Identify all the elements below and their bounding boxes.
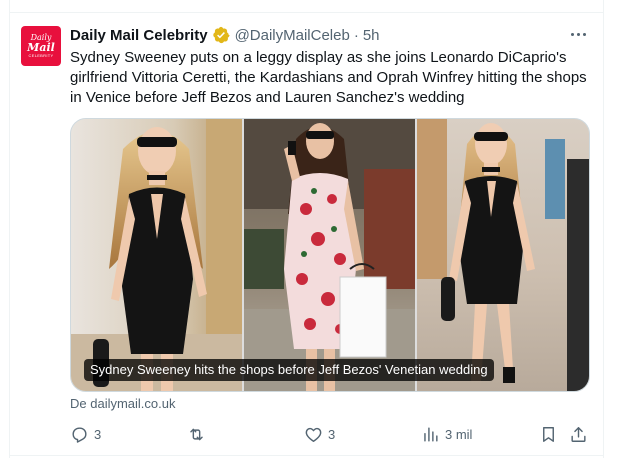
user-handle[interactable]: @DailyMailCeleb — [235, 27, 350, 44]
photo-sydney-walking-2[interactable] — [417, 119, 589, 391]
retweet-icon — [190, 428, 203, 440]
tweet-header: Daily Mail Celebrity @DailyMailCeleb · 5… — [70, 25, 380, 45]
reply-count: 3 — [94, 426, 102, 442]
more-dots-icon[interactable] — [566, 24, 590, 44]
views-count: 3 mil — [445, 426, 473, 442]
tweet-divider — [9, 455, 604, 456]
reply-icon — [72, 426, 87, 443]
column-divider — [603, 0, 604, 458]
views-button[interactable]: 3 mil — [421, 424, 472, 444]
retweet-button[interactable] — [187, 424, 211, 444]
tweet-divider — [9, 12, 604, 13]
avatar-text: CELEBRITY — [28, 52, 54, 58]
photo-woman-floral-dress[interactable] — [244, 119, 415, 391]
column-divider — [9, 0, 10, 458]
share-icon — [571, 426, 586, 442]
timestamp[interactable]: 5h — [363, 27, 380, 44]
avatar[interactable]: Daily Mail CELEBRITY — [21, 26, 61, 66]
bookmark-button[interactable] — [539, 424, 558, 444]
heart-icon — [305, 427, 322, 442]
display-name[interactable]: Daily Mail Celebrity — [70, 27, 208, 44]
bookmark-icon — [543, 426, 554, 442]
like-button[interactable]: 3 — [304, 424, 335, 444]
media-caption: Sydney Sweeney hits the shops before Jef… — [84, 359, 494, 381]
like-count: 3 — [328, 426, 336, 442]
source-link[interactable]: De dailymail.co.uk — [70, 396, 176, 411]
separator-dot: · — [353, 26, 359, 44]
avatar-text: Mail — [27, 40, 55, 54]
media-card[interactable]: Sydney Sweeney hits the shops before Jef… — [70, 118, 590, 392]
photo-sydney-walking-1[interactable] — [71, 119, 242, 391]
share-button[interactable] — [569, 424, 588, 444]
verified-badge-icon[interactable] — [212, 26, 230, 44]
views-bar-chart-icon — [424, 426, 438, 442]
tweet-card[interactable]: Daily Mail CELEBRITY Daily Mail Celebrit… — [0, 0, 620, 458]
reply-button[interactable]: 3 — [70, 424, 101, 444]
tweet-text: Sydney Sweeney puts on a leggy display a… — [70, 49, 587, 106]
